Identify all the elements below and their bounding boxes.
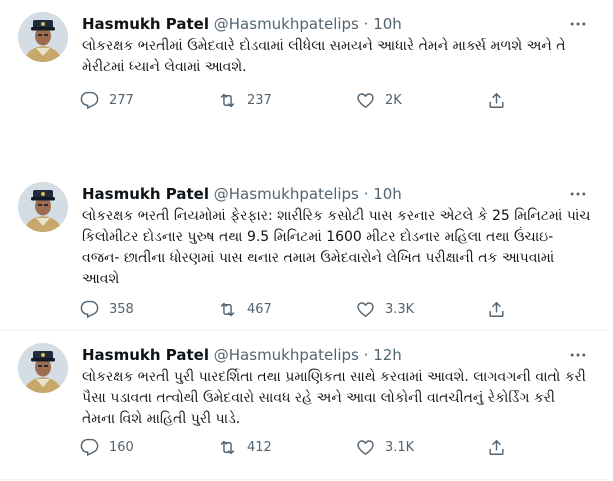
tweet-3[interactable]: Hasmukh Patel @Hasmukhpatelips · 12h લોક… (0, 331, 608, 480)
tweet-header: Hasmukh Patel @Hasmukhpatelips · 12h (82, 345, 402, 365)
reply-count: 277 (109, 92, 134, 108)
avatar[interactable] (18, 343, 68, 393)
author-handle[interactable]: @Hasmukhpatelips (214, 185, 359, 203)
separator-dot: · (363, 346, 369, 364)
avatar-image (18, 182, 68, 232)
tweet-text: લોકરક્ષક ભરતીમાં ઉમેદવારે દોડવામાં લીધેલ… (82, 38, 566, 75)
tweet-header: Hasmukh Patel @Hasmukhpatelips · 10h (82, 184, 402, 204)
separator-dot: · (363, 185, 369, 203)
avatar-image (18, 12, 68, 62)
reply-icon (80, 91, 99, 109)
retweet-button[interactable]: 467 (218, 299, 272, 319)
more-icon[interactable] (568, 345, 588, 365)
like-button[interactable]: 3.3K (356, 299, 414, 319)
reply-button[interactable]: 277 (80, 90, 134, 110)
reply-count: 160 (109, 439, 134, 455)
like-count: 3.1K (385, 439, 415, 455)
reply-count: 358 (109, 301, 134, 317)
heart-icon (357, 439, 374, 455)
retweet-count: 412 (247, 439, 272, 455)
author-name[interactable]: Hasmukh Patel (82, 346, 209, 364)
like-count: 2K (385, 92, 402, 108)
reply-icon (80, 300, 99, 318)
retweet-icon (220, 93, 235, 107)
feed-gap (0, 122, 613, 170)
like-count: 3.3K (385, 301, 415, 317)
reply-button[interactable]: 160 (80, 437, 134, 457)
tweet-text: લોકરક્ષક ભરતી નિયમોમાં ફેરફાર: શારીરિક ક… (82, 208, 591, 287)
author-handle[interactable]: @Hasmukhpatelips (214, 15, 359, 33)
share-icon (489, 92, 504, 108)
retweet-icon (220, 302, 235, 316)
reply-icon (80, 438, 99, 456)
heart-icon (357, 92, 374, 108)
retweet-button[interactable]: 237 (218, 90, 272, 110)
separator-dot: · (363, 15, 369, 33)
tweet-header: Hasmukh Patel @Hasmukhpatelips · 10h (82, 14, 402, 34)
retweet-count: 467 (247, 301, 272, 317)
tweet-timestamp[interactable]: 12h (373, 346, 402, 364)
share-button[interactable] (487, 90, 516, 110)
tweet-timestamp[interactable]: 10h (373, 185, 402, 203)
reply-button[interactable]: 358 (80, 299, 134, 319)
heart-icon (357, 301, 374, 317)
tweet-2[interactable]: Hasmukh Patel @Hasmukhpatelips · 10h લોક… (0, 170, 608, 331)
share-icon (489, 439, 504, 455)
like-button[interactable]: 3.1K (356, 437, 414, 457)
tweet-timestamp[interactable]: 10h (373, 15, 402, 33)
like-button[interactable]: 2K (356, 90, 402, 110)
tweet-actions: 160 412 3.1K (80, 437, 560, 457)
more-icon[interactable] (568, 184, 588, 204)
tweet-1[interactable]: Hasmukh Patel @Hasmukhpatelips · 10h લોક… (0, 0, 608, 123)
author-name[interactable]: Hasmukh Patel (82, 185, 209, 203)
tweet-actions: 277 237 2K (80, 90, 560, 110)
avatar[interactable] (18, 182, 68, 232)
tweet-text: લોકરક્ષક ભરતી પુરી પારદર્શિતા તથા પ્રમાણ… (82, 369, 586, 427)
retweet-button[interactable]: 412 (218, 437, 272, 457)
share-icon (489, 301, 504, 317)
author-name[interactable]: Hasmukh Patel (82, 15, 209, 33)
author-handle[interactable]: @Hasmukhpatelips (214, 346, 359, 364)
share-button[interactable] (487, 299, 516, 319)
share-button[interactable] (487, 437, 516, 457)
more-icon[interactable] (568, 14, 588, 34)
avatar-image (18, 343, 68, 393)
tweet-actions: 358 467 3.3K (80, 299, 560, 319)
avatar[interactable] (18, 12, 68, 62)
retweet-count: 237 (247, 92, 272, 108)
retweet-icon (220, 440, 235, 454)
